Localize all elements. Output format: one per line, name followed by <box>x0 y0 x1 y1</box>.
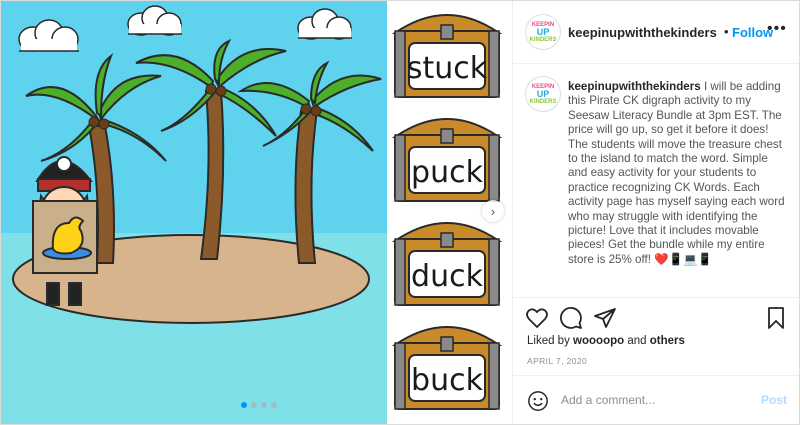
avatar-logo-text: UP <box>536 88 550 99</box>
chest-word: puck <box>411 155 484 190</box>
caption-section: KEEPIN UP KINDERS keepinupwiththekinders… <box>513 64 799 296</box>
treasure-chest-buck[interactable]: buck <box>391 315 503 413</box>
avatar-logo-text: KINDERS <box>529 98 557 105</box>
avatar[interactable]: KEEPIN UP KINDERS <box>525 14 561 50</box>
carousel-dot <box>241 402 247 408</box>
post-date[interactable]: APRIL 7, 2020 <box>527 356 587 366</box>
post-header: KEEPIN UP KINDERS keepinupwiththekinders… <box>513 1 799 64</box>
comment-bar: Add a comment... Post <box>513 375 799 424</box>
action-bar <box>513 297 799 338</box>
carousel-dot <box>261 402 267 408</box>
caption: keepinupwiththekinders I will be adding … <box>568 80 788 267</box>
carousel-next-button[interactable]: › <box>482 200 504 222</box>
treasure-chest-stuck[interactable]: stuck <box>391 3 503 101</box>
treasure-chest-puck[interactable]: puck <box>391 107 503 205</box>
more-icon[interactable]: ••• <box>767 20 787 38</box>
avatar-logo-text: KINDERS <box>529 36 557 43</box>
chest-word: duck <box>411 259 484 294</box>
carousel-indicator <box>241 402 277 408</box>
avatar-logo-text: UP <box>536 26 550 37</box>
avatar[interactable]: KEEPIN UP KINDERS <box>525 76 561 112</box>
likes-summary: Liked by woooopo and others <box>527 335 685 347</box>
post-media[interactable]: stuck puck duck buck › <box>1 1 512 424</box>
liked-others-link[interactable]: others <box>650 335 685 347</box>
liked-and: and <box>627 335 647 347</box>
separator-dot: • <box>724 24 729 39</box>
caption-username[interactable]: keepinupwiththekinders <box>568 80 701 93</box>
island-illustration <box>1 1 392 424</box>
carousel-dot <box>251 402 257 408</box>
liked-user-link[interactable]: woooopo <box>573 335 624 347</box>
carousel-dot <box>271 402 277 408</box>
heart-icon[interactable] <box>525 306 549 330</box>
comment-icon[interactable] <box>559 306 583 330</box>
post-comment-button[interactable]: Post <box>761 393 787 407</box>
treasure-chest-duck[interactable]: duck <box>391 211 503 309</box>
share-icon[interactable] <box>593 306 617 330</box>
chest-word: buck <box>411 363 484 398</box>
chevron-right-icon: › <box>490 203 496 219</box>
bookmark-icon[interactable] <box>764 306 788 330</box>
post-side-panel: KEEPIN UP KINDERS keepinupwiththekinders… <box>512 1 799 424</box>
caption-text: I will be adding this Pirate CK digraph … <box>568 80 785 266</box>
username-link[interactable]: keepinupwiththekinders <box>568 25 717 40</box>
emoji-icon[interactable] <box>527 390 549 412</box>
instagram-post-modal: stuck puck duck buck › KEEPIN UP KINDERS… <box>0 0 800 425</box>
liked-prefix: Liked by <box>527 335 570 347</box>
chest-word: stuck <box>407 51 488 86</box>
comment-input[interactable]: Add a comment... <box>561 393 655 407</box>
